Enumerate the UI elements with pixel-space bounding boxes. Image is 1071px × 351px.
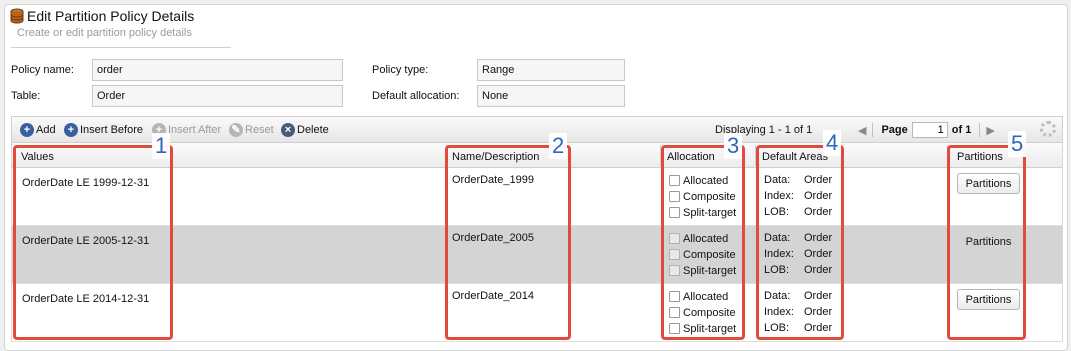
data-area: Data: Order	[764, 174, 833, 186]
reset-button[interactable]: ✎ Reset	[229, 121, 274, 139]
default-allocation-label: Default allocation:	[372, 90, 460, 102]
column-separator	[660, 145, 661, 166]
next-page-icon[interactable]: ▶	[986, 124, 994, 137]
default-allocation-field[interactable]: None	[477, 85, 625, 107]
pager-separator	[979, 123, 981, 137]
pager: ◀ Page of 1 ▶	[858, 121, 995, 139]
insert-before-button[interactable]: + Insert Before	[64, 121, 143, 139]
page-total: of 1	[951, 124, 972, 136]
index-area: Index: Order	[764, 248, 833, 260]
lob-area: LOB: Order	[764, 206, 833, 218]
column-header-default-areas[interactable]: Default Areas	[762, 151, 828, 163]
index-area: Index: Order	[764, 306, 833, 318]
column-header-values[interactable]: Values	[21, 151, 54, 163]
composite-checkbox[interactable]: Composite	[669, 189, 736, 204]
plus-icon: +	[20, 123, 34, 137]
delete-label: Delete	[297, 124, 329, 136]
composite-checkbox[interactable]: Composite	[669, 305, 736, 320]
table-field[interactable]: Order	[92, 85, 343, 107]
annotation-number-3: 3	[724, 133, 743, 159]
values-cell: OrderDate LE 2005-12-31	[22, 235, 150, 247]
database-icon	[10, 8, 24, 24]
plus-icon: +	[64, 123, 78, 137]
name-cell: OrderDate_2005	[452, 232, 534, 244]
policy-name-field[interactable]: order	[92, 59, 343, 81]
column-header-partitions[interactable]: Partitions	[957, 151, 1003, 163]
values-cell: OrderDate LE 2014-12-31	[22, 293, 150, 305]
add-button[interactable]: + Add	[20, 121, 56, 139]
partitions-button[interactable]: Partitions	[957, 231, 1020, 252]
insert-after-label: Insert After	[168, 124, 222, 136]
insert-before-label: Insert Before	[80, 124, 143, 136]
table-row[interactable]: OrderDate LE 2014-12-31 OrderDate_2014 A…	[11, 284, 1063, 342]
values-cell: OrderDate LE 1999-12-31	[22, 177, 150, 189]
pager-separator	[872, 123, 874, 137]
split-target-checkbox[interactable]: Split-target	[669, 263, 736, 278]
name-cell: OrderDate_1999	[452, 174, 534, 186]
split-target-checkbox[interactable]: Split-target	[669, 205, 736, 220]
policy-type-label: Policy type:	[372, 64, 429, 76]
loading-spinner-icon	[1040, 121, 1056, 137]
table-row[interactable]: OrderDate LE 2005-12-31 OrderDate_2005 A…	[11, 226, 1063, 284]
index-area: Index: Order	[764, 190, 833, 202]
partitions-button[interactable]: Partitions	[957, 289, 1020, 310]
lob-area: LOB: Order	[764, 264, 833, 276]
page-label: Page	[881, 124, 908, 136]
annotation-number-2: 2	[549, 133, 568, 159]
data-area: Data: Order	[764, 232, 833, 244]
page-subtitle: Create or edit partition policy details	[17, 27, 192, 39]
column-separator	[446, 145, 447, 166]
column-header-allocation[interactable]: Allocation	[667, 151, 715, 163]
annotation-number-4: 4	[823, 130, 842, 156]
policy-name-label: Policy name:	[11, 64, 74, 76]
pencil-icon: ✎	[229, 123, 243, 137]
close-icon: ×	[281, 123, 295, 137]
delete-button[interactable]: × Delete	[281, 121, 329, 139]
page-number-input[interactable]	[911, 122, 948, 138]
prev-page-icon[interactable]: ◀	[858, 124, 866, 137]
reset-label: Reset	[245, 124, 274, 136]
allocated-checkbox[interactable]: Allocated	[669, 231, 728, 246]
table-row[interactable]: OrderDate LE 1999-12-31 OrderDate_1999 A…	[11, 168, 1063, 226]
column-separator	[947, 145, 948, 166]
name-cell: OrderDate_2014	[452, 290, 534, 302]
table-label: Table:	[11, 90, 41, 102]
policy-type-field[interactable]: Range	[477, 59, 625, 81]
split-target-checkbox[interactable]: Split-target	[669, 321, 736, 336]
column-header-name-description[interactable]: Name/Description	[452, 151, 539, 163]
column-separator	[755, 145, 756, 166]
title-divider	[11, 47, 231, 48]
allocated-checkbox[interactable]: Allocated	[669, 173, 728, 188]
allocated-checkbox[interactable]: Allocated	[669, 289, 728, 304]
annotation-number-1: 1	[152, 133, 171, 159]
data-area: Data: Order	[764, 290, 833, 302]
lob-area: LOB: Order	[764, 322, 833, 334]
partitions-button[interactable]: Partitions	[957, 173, 1020, 194]
add-label: Add	[36, 124, 56, 136]
composite-checkbox[interactable]: Composite	[669, 247, 736, 262]
annotation-number-5: 5	[1008, 131, 1027, 157]
page-title: Edit Partition Policy Details	[27, 8, 195, 24]
